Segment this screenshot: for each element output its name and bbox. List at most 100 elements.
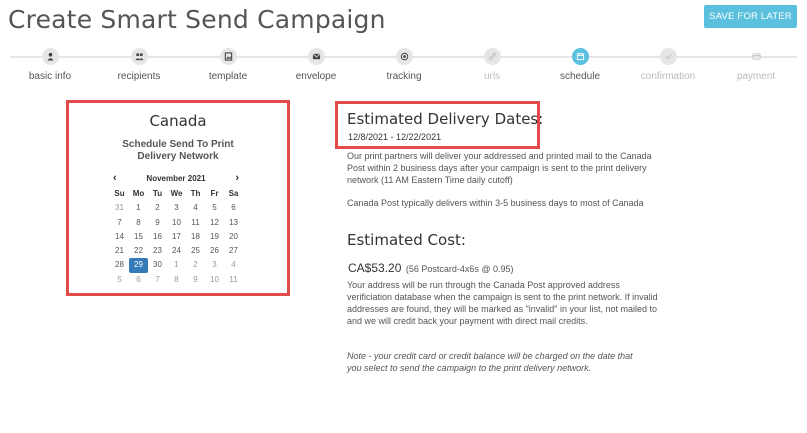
calendar-day[interactable]: 21 bbox=[110, 244, 129, 258]
credit-card-icon bbox=[748, 48, 765, 65]
address-verification-text: Your address will be run through the Can… bbox=[347, 280, 658, 326]
calendar-day[interactable]: 1 bbox=[167, 258, 186, 272]
calendar-week: 14 15 16 17 18 19 20 bbox=[110, 230, 243, 244]
step-label: urls bbox=[483, 71, 501, 82]
calendar-day[interactable]: 24 bbox=[167, 244, 186, 258]
charge-note: Note - your credit card or credit balanc… bbox=[347, 351, 633, 373]
step-label: payment bbox=[736, 71, 776, 82]
wizard-steps: basic info recipients template envelope … bbox=[0, 46, 807, 91]
calendar-day[interactable]: 16 bbox=[148, 230, 167, 244]
calendar-day[interactable]: 31 bbox=[110, 201, 129, 215]
schedule-calendar-panel: Canada Schedule Send To Print Delivery N… bbox=[66, 100, 290, 296]
step-envelope[interactable]: envelope bbox=[276, 46, 356, 82]
calendar-subtitle: Schedule Send To Print Delivery Network bbox=[69, 139, 287, 163]
calendar-day[interactable]: 4 bbox=[186, 201, 205, 215]
step-template[interactable]: template bbox=[188, 46, 268, 82]
calendar-month: November 2021 bbox=[146, 174, 206, 183]
calendar-day[interactable]: 5 bbox=[110, 273, 129, 287]
step-label: tracking bbox=[386, 71, 422, 82]
weekday-label: Sa bbox=[228, 189, 239, 198]
calendar-day[interactable]: 25 bbox=[186, 244, 205, 258]
calendar-day[interactable]: 28 bbox=[110, 258, 129, 272]
calendar-day[interactable]: 22 bbox=[129, 244, 148, 258]
calendar-week: 28 29 30 1 2 3 4 bbox=[110, 258, 243, 273]
calendar-day[interactable]: 8 bbox=[129, 216, 148, 230]
calendar-day[interactable]: 15 bbox=[129, 230, 148, 244]
calendar-day[interactable]: 5 bbox=[205, 201, 224, 215]
step-label: envelope bbox=[295, 71, 337, 82]
step-label: confirmation bbox=[640, 71, 696, 82]
calendar-day[interactable]: 10 bbox=[205, 273, 224, 287]
calendar-grid: Su Mo Tu We Th Fr Sa 31 1 2 3 4 5 6 7 8 … bbox=[110, 187, 243, 287]
calendar-day[interactable]: 7 bbox=[148, 273, 167, 287]
step-tracking[interactable]: tracking bbox=[364, 46, 444, 82]
calendar-day[interactable]: 19 bbox=[205, 230, 224, 244]
step-confirmation: confirmation bbox=[628, 46, 708, 82]
image-icon bbox=[219, 48, 237, 65]
calendar-day[interactable]: 27 bbox=[224, 244, 243, 258]
canada-post-description: Canada Post typically delivers within 3-… bbox=[347, 198, 644, 208]
calendar-day[interactable]: 8 bbox=[167, 273, 186, 287]
calendar-day[interactable]: 2 bbox=[148, 201, 167, 215]
calendar-day[interactable]: 30 bbox=[148, 258, 167, 272]
calendar-day[interactable]: 6 bbox=[224, 201, 243, 215]
calendar-day[interactable]: 3 bbox=[205, 258, 224, 272]
step-schedule[interactable]: schedule bbox=[540, 46, 620, 82]
calendar-weekday-row: Su Mo Tu We Th Fr Sa bbox=[110, 187, 243, 201]
calendar-day[interactable]: 9 bbox=[186, 273, 205, 287]
calendar-day[interactable]: 20 bbox=[224, 230, 243, 244]
delivery-dates-range: 12/8/2021 - 12/22/2021 bbox=[348, 132, 442, 142]
calendar-day[interactable]: 4 bbox=[224, 258, 243, 272]
calendar-day[interactable]: 3 bbox=[167, 201, 186, 215]
weekday-label: Su bbox=[114, 189, 125, 198]
weekday-label: We bbox=[170, 189, 183, 198]
step-recipients[interactable]: recipients bbox=[99, 46, 179, 82]
calendar-day[interactable]: 13 bbox=[224, 216, 243, 230]
chevron-right-icon[interactable]: › bbox=[235, 172, 239, 184]
step-payment: payment bbox=[716, 46, 796, 82]
calendar-day[interactable]: 26 bbox=[205, 244, 224, 258]
calendar-subtitle-line2: Delivery Network bbox=[137, 151, 219, 162]
calendar-day[interactable]: 1 bbox=[129, 201, 148, 215]
target-icon bbox=[395, 48, 413, 65]
calendar-day-selected[interactable]: 29 bbox=[129, 258, 148, 273]
calendar-day[interactable]: 7 bbox=[110, 216, 129, 230]
calendar-header: ‹ November 2021 › bbox=[113, 172, 239, 185]
check-icon bbox=[659, 48, 677, 65]
user-icon bbox=[41, 48, 59, 65]
calendar-day[interactable]: 2 bbox=[186, 258, 205, 272]
calendar-subtitle-line1: Schedule Send To Print bbox=[122, 139, 234, 150]
step-urls: urls bbox=[452, 46, 532, 82]
calendar-day[interactable]: 23 bbox=[148, 244, 167, 258]
weekday-label: Mo bbox=[132, 189, 145, 198]
step-basic-info[interactable]: basic info bbox=[10, 46, 90, 82]
calendar-week: 31 1 2 3 4 5 6 bbox=[110, 201, 243, 215]
calendar-day[interactable]: 18 bbox=[186, 230, 205, 244]
weekday-label: Th bbox=[190, 189, 201, 198]
calendar-day[interactable]: 6 bbox=[129, 273, 148, 287]
delivery-description: Our print partners will deliver your add… bbox=[347, 151, 652, 185]
calendar-day[interactable]: 14 bbox=[110, 230, 129, 244]
calendar-week: 7 8 9 10 11 12 13 bbox=[110, 216, 243, 230]
calendar-icon bbox=[571, 48, 589, 65]
calendar-day[interactable]: 17 bbox=[167, 230, 186, 244]
calendar-day[interactable]: 12 bbox=[205, 216, 224, 230]
calendar-day[interactable]: 10 bbox=[167, 216, 186, 230]
envelope-icon bbox=[307, 48, 325, 65]
calendar-country: Canada bbox=[149, 112, 207, 130]
link-icon bbox=[483, 48, 501, 65]
cost-amount: CA$53.20 bbox=[348, 261, 402, 275]
users-icon bbox=[130, 48, 148, 65]
calendar-week: 21 22 23 24 25 26 27 bbox=[110, 244, 243, 258]
cost-line: CA$53.20 (56 Postcard-4x6s @ 0.95) bbox=[348, 259, 514, 277]
calendar-day[interactable]: 9 bbox=[148, 216, 167, 230]
calendar-day[interactable]: 11 bbox=[186, 216, 205, 230]
weekday-label: Tu bbox=[152, 189, 163, 198]
calendar-day[interactable]: 11 bbox=[224, 273, 243, 287]
page-title: Create Smart Send Campaign bbox=[8, 5, 386, 34]
save-for-later-button[interactable]: SAVE FOR LATER bbox=[704, 5, 797, 28]
step-label: template bbox=[208, 71, 248, 82]
estimated-cost-title: Estimated Cost: bbox=[347, 231, 466, 249]
weekday-label: Fr bbox=[210, 189, 219, 198]
step-label: basic info bbox=[28, 71, 72, 82]
